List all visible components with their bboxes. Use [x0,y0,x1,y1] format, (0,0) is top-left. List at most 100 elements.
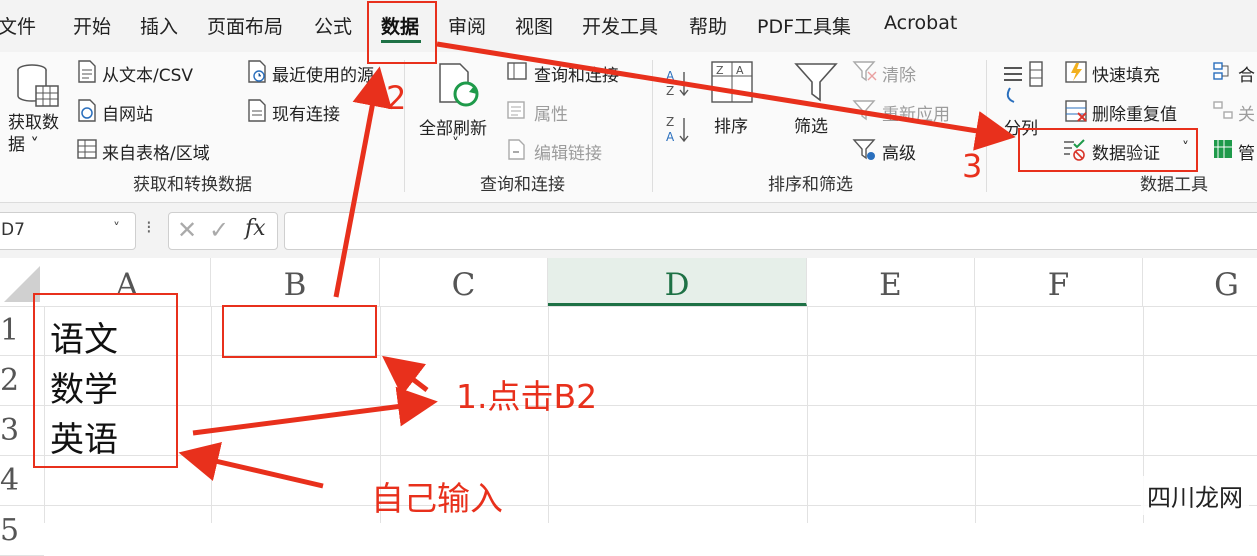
recent-sources[interactable]: 最近使用的源 [272,61,374,86]
column-header-g[interactable]: G [1143,258,1257,306]
relationships[interactable]: 关 [1238,100,1255,125]
group-separator [652,60,653,192]
group-label-get-transform: 获取和转换数据 [133,175,252,195]
tab-acrobat[interactable]: Acrobat [884,12,957,34]
edit-links-icon [508,139,525,160]
tab-view[interactable]: 视图 [515,12,553,39]
sort-icon: Z A [711,61,753,103]
consolidate[interactable]: 合 [1238,61,1255,86]
edit-links[interactable]: 编辑链接 [534,139,602,164]
column-header-b[interactable]: B [211,258,380,306]
group-separator [986,60,987,192]
reapply-icon [852,100,876,121]
filter-button[interactable]: 筛选 [788,58,844,138]
from-table-range[interactable]: 来自表格/区域 [102,139,210,164]
tab-formulas[interactable]: 公式 [314,12,352,39]
svg-text:A: A [736,64,744,77]
insert-function-icon[interactable]: fx [245,216,266,241]
svg-text:Z: Z [666,115,674,129]
column-line [975,306,976,523]
column-header-e[interactable]: E [807,258,975,306]
chevron-down-icon: ˅ [452,136,459,152]
svg-text:A: A [666,69,675,83]
web-icon [78,99,96,122]
more-options-icon[interactable]: ⁝ [146,217,152,238]
name-box-value: D7 [1,220,25,240]
queries-connections[interactable]: 查询和连接 [534,61,619,86]
filter-funnel-icon [794,63,838,102]
svg-text:Z: Z [716,64,724,77]
flash-fill[interactable]: 快速填充 [1092,61,1160,86]
column-header-d[interactable]: D [548,258,807,306]
tab-home[interactable]: 开始 [73,12,111,39]
group-label-queries: 查询和连接 [480,175,565,195]
name-box[interactable]: D7 ˅ [0,212,136,250]
spreadsheet-grid: A B C D E F G 1 2 3 4 5 语文 数学 英语 [0,258,1257,556]
queries-pane-icon [507,62,527,80]
column-line [807,306,808,523]
tab-pdf-tools[interactable]: PDF工具集 [757,12,851,39]
database-icon [17,64,59,107]
refresh-all-button[interactable]: 全部刷新 ˅ [414,58,500,162]
tab-developer[interactable]: 开发工具 [582,12,658,39]
get-data-label: 获取数 据 ˅ [8,113,59,155]
highlight-cell-b2 [222,305,377,358]
filter-label: 筛选 [794,117,828,137]
highlight-subjects [33,293,178,468]
cancel-icon[interactable]: ✕ [177,216,197,244]
remove-duplicates-icon [1065,100,1087,122]
advanced-filter-icon [852,139,876,160]
step-3-label: 3 [962,147,983,185]
sort-button[interactable]: Z A 排序 [704,58,760,138]
step-1-label: 1.点击B2 [456,377,598,416]
menu-bar: 文件 开始 插入 页面布局 公式 数据 审阅 视图 开发工具 帮助 PDF工具集… [0,0,1257,52]
step-2-label: 2 [386,79,407,117]
clear-filter-icon [852,61,877,82]
text-to-columns-button[interactable]: 分列 [996,58,1052,139]
data-model[interactable]: 管 [1238,139,1255,164]
row-line [44,455,1257,456]
clear-filter[interactable]: 清除 [882,61,916,86]
recent-sources-icon [248,60,266,83]
column-line [211,306,212,523]
properties[interactable]: 属性 [534,100,568,125]
tab-insert[interactable]: 插入 [140,12,178,39]
chevron-down-icon[interactable]: ˅ [113,221,120,237]
row-header-5[interactable]: 5 [0,506,44,556]
advanced-filter[interactable]: 高级 [882,139,916,164]
formula-input[interactable] [284,212,1257,250]
sort-descending-icon: Z A [666,115,689,144]
group-label-sort-filter: 排序和筛选 [768,175,853,195]
existing-connections[interactable]: 现有连接 [272,100,340,125]
column-header-c[interactable]: C [380,258,548,306]
highlight-data-validation [1018,128,1198,172]
table-range-icon [77,139,97,159]
highlight-data-tab [367,1,437,64]
properties-icon [507,101,525,119]
formula-bar: D7 ˅ ⁝ ✕ ✓ fx [0,203,1257,258]
row-line [44,505,1257,506]
group-label-data-tools: 数据工具 [1140,175,1208,195]
tab-file[interactable]: 文件 [0,12,36,39]
header-bottom-line [0,306,1257,307]
tab-review[interactable]: 审阅 [448,12,486,39]
confirm-icon[interactable]: ✓ [209,216,229,244]
sort-ascending-icon: A Z [666,69,689,98]
from-text-csv[interactable]: 从文本/CSV [102,61,193,86]
watermark: 四川龙网 [1141,476,1249,515]
flash-fill-icon [1065,61,1087,83]
self-input-note: 自己输入 [371,479,503,518]
from-web[interactable]: 自网站 [102,100,153,125]
column-header-f[interactable]: F [975,258,1143,306]
get-data-button[interactable]: 获取数 据 ˅ [4,56,66,164]
remove-duplicates[interactable]: 删除重复值 [1092,100,1177,125]
sort-label: 排序 [714,117,748,137]
tab-page-layout[interactable]: 页面布局 [207,12,283,39]
existing-connections-icon [248,99,266,122]
reapply[interactable]: 重新应用 [882,100,950,125]
row-line [44,405,1257,406]
consolidate-icon [1213,62,1229,80]
svg-text:A: A [666,130,675,144]
text-to-columns-icon [1004,61,1043,103]
tab-help[interactable]: 帮助 [689,12,727,39]
